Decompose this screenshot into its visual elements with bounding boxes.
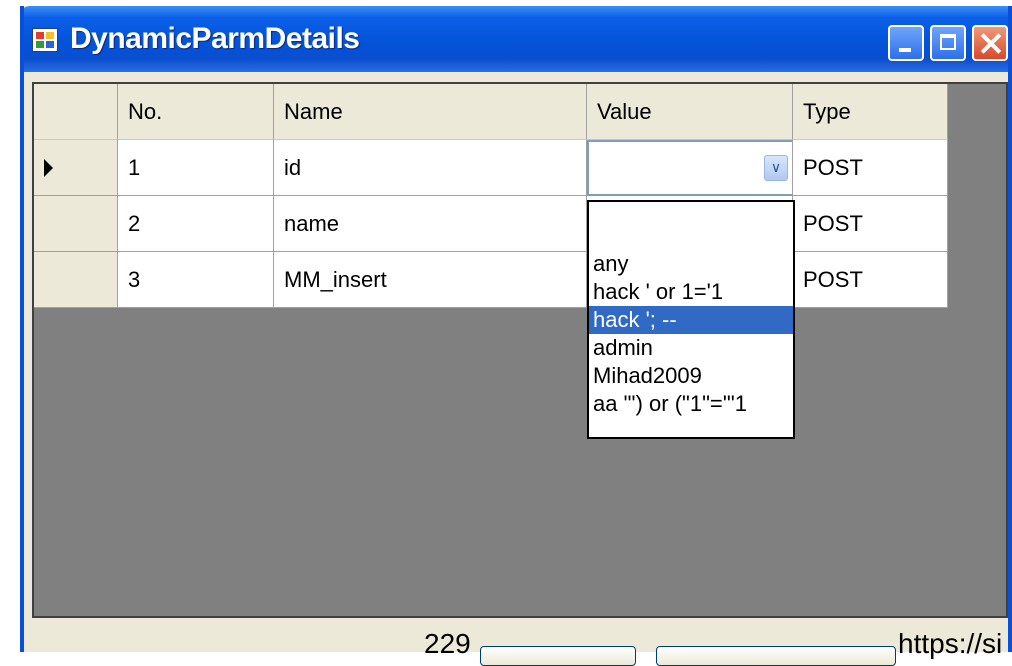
dropdown-option[interactable]: any	[589, 250, 793, 278]
cell-no[interactable]: 2	[118, 196, 274, 252]
dropdown-option-selected[interactable]: hack '; --	[589, 306, 793, 334]
cell-type[interactable]: POST	[793, 196, 948, 252]
cell-name[interactable]: id	[274, 140, 587, 196]
column-header-no[interactable]: No.	[118, 84, 274, 140]
dropdown-option[interactable]: hack ' or 1='1	[589, 278, 793, 306]
maximize-button[interactable]	[930, 25, 966, 61]
page-number: 229	[424, 628, 471, 659]
column-header-value[interactable]: Value	[587, 84, 793, 140]
dropdown-option[interactable]: Mihad2009	[589, 362, 793, 390]
cell-no[interactable]: 3	[118, 252, 274, 308]
parameters-grid[interactable]: No. Name Value Type 1 id POST 2 name POS…	[32, 82, 1008, 618]
close-button[interactable]	[972, 25, 1008, 61]
dropdown-option[interactable]	[589, 222, 793, 250]
cell-name[interactable]: MM_insert	[274, 252, 587, 308]
column-header-type[interactable]: Type	[793, 84, 948, 140]
title-bar[interactable]: DynamicParmDetails	[24, 6, 1008, 72]
minimize-button[interactable]	[888, 25, 924, 61]
table-row[interactable]: 3 MM_insert POST	[34, 252, 948, 308]
value-dropdown-list[interactable]: any hack ' or 1='1 hack '; -- admin Miha…	[587, 200, 795, 439]
cell-name[interactable]: name	[274, 196, 587, 252]
cell-no[interactable]: 1	[118, 140, 274, 196]
cell-type[interactable]: POST	[793, 252, 948, 308]
cell-type[interactable]: POST	[793, 140, 948, 196]
value-combobox[interactable]: ∨	[587, 140, 793, 196]
app-icon[interactable]	[32, 28, 58, 52]
window-title: DynamicParmDetails	[70, 22, 360, 55]
row-header[interactable]	[34, 140, 118, 196]
dropdown-option[interactable]: aa "') or ("1"='"1	[589, 390, 793, 418]
column-header-name[interactable]: Name	[274, 84, 587, 140]
chevron-down-icon[interactable]: ∨	[764, 155, 788, 181]
dropdown-option[interactable]: admin	[589, 334, 793, 362]
corner-header-cell[interactable]	[34, 84, 118, 140]
dialog-button[interactable]	[656, 646, 896, 666]
url-fragment: https://si	[898, 628, 1003, 659]
header-row: No. Name Value Type	[34, 84, 948, 140]
current-row-arrow-icon	[44, 159, 53, 177]
dialog-button[interactable]	[480, 646, 636, 666]
row-header[interactable]	[34, 196, 118, 252]
row-header[interactable]	[34, 252, 118, 308]
table-row[interactable]: 2 name POST	[34, 196, 948, 252]
dynamic-parm-details-window: DynamicParmDetails No. Name Value Type 1…	[20, 6, 1012, 652]
table-row[interactable]: 1 id POST	[34, 140, 948, 196]
